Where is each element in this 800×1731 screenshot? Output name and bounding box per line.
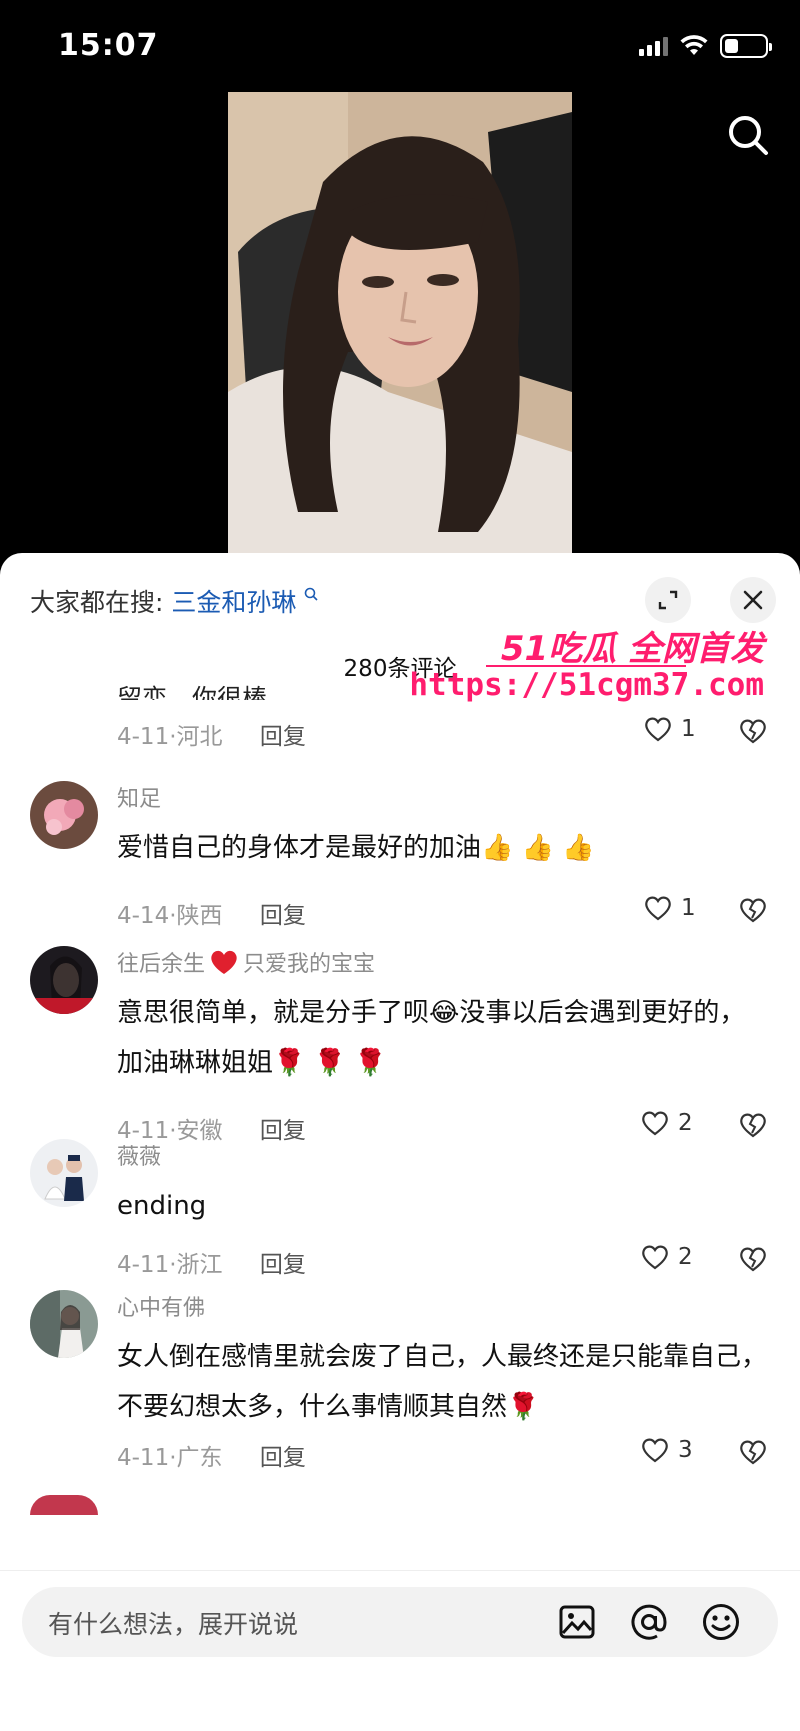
heart-icon <box>645 717 671 742</box>
video-still-image <box>228 92 572 562</box>
like-button[interactable]: 1 <box>643 894 696 922</box>
image-icon <box>559 1605 595 1639</box>
comment-text: 意思很简单，就是分手了呗😂没事以后会遇到更好的，加油琳琳姐姐🌹 🌹 🌹 <box>117 998 746 1078</box>
like-count: 2 <box>678 1110 693 1136</box>
wifi-icon <box>680 35 708 55</box>
reply-button[interactable]: 回复 <box>260 1445 306 1471</box>
comment-location: 安徽 <box>176 1118 223 1144</box>
red-heart-icon <box>211 950 237 974</box>
comment-meta: 4-11·河北 回复 <box>117 724 306 750</box>
like-count: 2 <box>678 1244 693 1270</box>
broken-heart-icon[interactable] <box>738 1438 768 1466</box>
signal-icon <box>639 36 668 56</box>
comment-date: 4-11 <box>117 1445 170 1471</box>
avatar[interactable] <box>30 1139 98 1207</box>
broken-heart-icon[interactable] <box>738 1111 768 1139</box>
comment-username[interactable]: 薇薇 <box>117 1139 161 1171</box>
trending-term[interactable]: 三金和孙琳 <box>171 588 296 617</box>
comment-text: ending <box>117 1191 207 1221</box>
at-icon <box>631 1604 667 1640</box>
trending-prefix: 大家都在搜: <box>30 588 164 617</box>
video-frame[interactable] <box>228 92 572 562</box>
comment-text: 爱惜自己的身体才是最好的加油👍 👍 👍 <box>117 833 595 863</box>
close-button[interactable] <box>730 577 776 623</box>
heart-icon <box>642 1111 668 1136</box>
trending-search[interactable]: 大家都在搜: 三金和孙琳 <box>30 583 318 619</box>
comment-username[interactable]: 心中有佛 <box>117 1290 205 1322</box>
search-small-icon <box>305 587 318 601</box>
like-button[interactable]: 3 <box>640 1436 693 1464</box>
broken-heart-icon[interactable] <box>738 896 768 924</box>
comment-date: 4-11 <box>117 1252 170 1278</box>
image-button[interactable] <box>556 1601 598 1643</box>
heart-icon <box>642 1438 668 1463</box>
comment-meta: 4-11·广东 回复 <box>117 1445 306 1471</box>
reply-button[interactable]: 回复 <box>260 1118 306 1144</box>
comment-input[interactable]: 有什么想法，展开说说 <box>22 1587 778 1657</box>
avatar[interactable] <box>30 1290 98 1358</box>
comment-username[interactable]: 知足 <box>117 781 161 813</box>
reply-button[interactable]: 回复 <box>260 1252 306 1278</box>
comment-username[interactable]: 往后余生 只爱我的宝宝 <box>117 946 375 978</box>
watermark: 51吃瓜 全网首发 https://51cgm37.com <box>409 621 790 711</box>
comment-location: 浙江 <box>176 1252 223 1278</box>
like-count: 1 <box>681 895 696 921</box>
comments-sheet: 大家都在搜: 三金和孙琳 280条评论 51吃瓜 全网首发 https://51… <box>0 553 800 1731</box>
reply-button[interactable]: 回复 <box>260 903 306 929</box>
comment-input-bar: 有什么想法，展开说说 <box>0 1570 800 1731</box>
watermark-title: 51吃瓜 全网首发 <box>500 629 764 669</box>
username-text: 往后余生 <box>117 952 206 977</box>
comment-text: 女人倒在感情里就会废了自己，人最终还是只能靠自己，不要幻想太多，什么事情顺其自然… <box>117 1342 768 1422</box>
comment-text: 留恋，你很棒 <box>117 684 268 700</box>
heart-icon <box>642 1245 668 1270</box>
smiley-icon <box>703 1604 739 1640</box>
comment-date: 4-11 <box>117 724 170 750</box>
status-icons <box>639 34 772 58</box>
comment-location: 广东 <box>176 1445 223 1471</box>
avatar[interactable] <box>30 1495 98 1515</box>
username-suffix: 只爱我的宝宝 <box>243 952 376 977</box>
avatar[interactable] <box>30 781 98 849</box>
like-button[interactable]: 2 <box>640 1109 693 1137</box>
comment-input-placeholder: 有什么想法，展开说说 <box>48 1610 299 1639</box>
emoji-button[interactable] <box>700 1601 742 1643</box>
watermark-url: https://51cgm37.com <box>409 667 764 703</box>
like-count: 1 <box>681 716 696 742</box>
avatar[interactable] <box>30 946 98 1014</box>
search-icon[interactable] <box>726 113 770 157</box>
like-count: 3 <box>678 1437 693 1463</box>
close-icon <box>743 590 763 610</box>
comment-meta: 4-14·陕西 回复 <box>117 903 306 929</box>
broken-heart-icon[interactable] <box>738 1245 768 1273</box>
heart-icon <box>645 896 671 921</box>
like-button[interactable]: 2 <box>640 1243 693 1271</box>
battery-icon <box>720 34 772 58</box>
broken-heart-icon[interactable] <box>738 717 768 745</box>
like-button[interactable]: 1 <box>643 715 696 743</box>
comment-location: 陕西 <box>176 903 223 929</box>
comment-date: 4-14 <box>117 903 170 929</box>
reply-button[interactable]: 回复 <box>260 724 306 750</box>
expand-button[interactable] <box>645 577 691 623</box>
expand-icon <box>658 590 678 610</box>
comment-meta: 4-11·浙江 回复 <box>117 1252 306 1278</box>
status-time: 15:07 <box>58 28 159 63</box>
comment-location: 河北 <box>176 724 223 750</box>
video-area[interactable] <box>0 92 800 562</box>
mention-button[interactable] <box>628 1601 670 1643</box>
status-bar: 15:07 <box>0 0 800 95</box>
